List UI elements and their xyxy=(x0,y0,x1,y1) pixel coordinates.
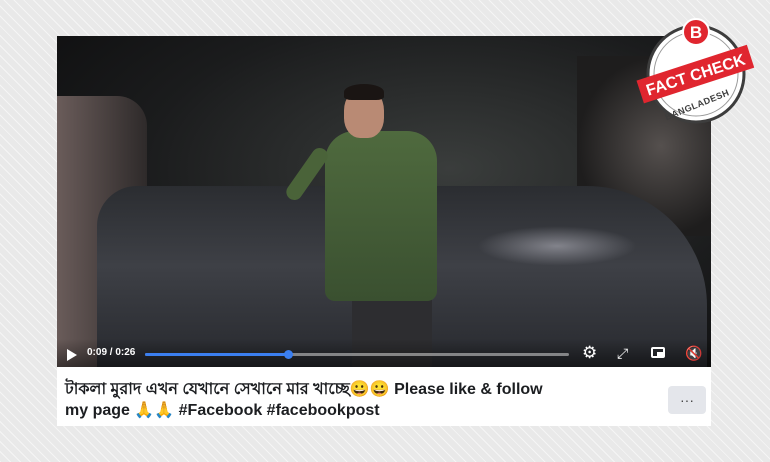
expand-icon[interactable]: ⤢ xyxy=(617,339,628,367)
pip-icon[interactable] xyxy=(651,347,665,358)
video-progress-fill xyxy=(145,353,288,356)
post-caption: টাকলা মুরাদ এখন যেখানে সেখানে মার খাচ্ছে… xyxy=(65,379,645,421)
video-player[interactable]: 0:09 / 0:26 ⚙ ⤢ 🔇 xyxy=(57,36,711,367)
post-caption-line1: টাকলা মুরাদ এখন যেখানে সেখানে মার খাচ্ছে… xyxy=(65,381,543,398)
badge-logo-letter: B xyxy=(690,23,702,42)
play-icon[interactable] xyxy=(67,349,77,361)
volume-icon[interactable]: 🔇 xyxy=(685,339,702,367)
video-person-hair xyxy=(344,84,384,100)
fact-check-bangladesh-badge: B FACT CHECK BANGLADESH xyxy=(636,18,755,124)
facebook-post-card: 0:09 / 0:26 ⚙ ⤢ 🔇 টাকলা মুরাদ এখন যেখানে… xyxy=(57,36,711,426)
post-caption-line2: my page 🙏🙏 #Facebook #facebookpost xyxy=(65,402,380,419)
video-progress-knob[interactable] xyxy=(283,350,293,359)
video-person-body xyxy=(325,131,437,301)
video-scene-shine xyxy=(477,226,637,266)
video-controls: 0:09 / 0:26 ⚙ ⤢ 🔇 xyxy=(57,339,711,367)
video-progress-bar[interactable] xyxy=(145,350,569,359)
gear-icon[interactable]: ⚙ xyxy=(582,339,597,367)
video-time: 0:09 / 0:26 xyxy=(87,347,136,358)
more-options-button[interactable]: ··· xyxy=(668,386,706,414)
